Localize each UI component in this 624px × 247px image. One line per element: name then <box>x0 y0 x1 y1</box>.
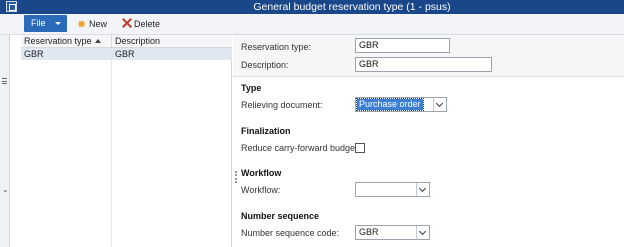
number-sequence-code-dropdown[interactable] <box>416 226 429 239</box>
reservation-type-label: Reservation type: <box>241 42 312 52</box>
workflow-select[interactable] <box>355 182 430 197</box>
workflow-value <box>357 184 361 195</box>
column-header-description[interactable]: Description <box>112 35 232 48</box>
file-menu-button[interactable]: File <box>24 15 67 32</box>
sort-ascending-icon <box>95 39 101 43</box>
reduce-carry-forward-checkbox[interactable] <box>355 143 365 153</box>
column-divider <box>111 60 112 247</box>
column-header-label: Reservation type <box>24 36 92 46</box>
cell-reservation-type: GBR <box>24 49 44 59</box>
reservation-type-grid: Reservation type Description GBR GBR <box>21 35 232 247</box>
reservation-type-input[interactable]: GBR <box>355 38 450 53</box>
title-bar: General budget reservation type (1 - psu… <box>0 0 624 14</box>
description-label: Description: <box>241 60 289 70</box>
workflow-label: Workflow: <box>241 185 281 195</box>
new-star-icon: ✸ <box>77 19 87 31</box>
column-header-reservation-type[interactable]: Reservation type <box>21 35 112 48</box>
reduce-carry-forward-label: Reduce carry-forward budget: <box>241 143 361 153</box>
new-button[interactable]: ✸ New <box>77 14 107 34</box>
table-row[interactable]: GBR GBR <box>21 48 232 60</box>
workflow-group-header: Workflow <box>241 168 282 178</box>
delete-x-icon <box>122 18 132 28</box>
delete-button-label: Delete <box>134 19 161 29</box>
menu-icon[interactable] <box>2 78 7 84</box>
number-sequence-code-value: GBR <box>359 227 379 237</box>
workflow-dropdown[interactable] <box>416 183 429 196</box>
number-sequence-group-header: Number sequence <box>241 211 320 221</box>
chevron-down-icon <box>418 227 427 236</box>
cell-description: GBR <box>115 49 135 59</box>
number-sequence-code-select[interactable]: GBR <box>355 225 430 240</box>
window-title: General budget reservation type (1 - psu… <box>253 1 451 13</box>
new-button-label: New <box>89 19 108 29</box>
chevron-down-icon <box>418 184 427 193</box>
detail-form: Reservation type: GBR Description: GBR T… <box>233 35 624 247</box>
splitter-handle[interactable] <box>235 171 237 183</box>
caret-down-icon <box>55 22 61 25</box>
delete-button[interactable]: Delete <box>122 14 160 34</box>
relieving-document-dropdown[interactable] <box>433 98 446 111</box>
grid-header: Reservation type Description <box>21 35 232 48</box>
file-menu-label: File <box>31 18 46 28</box>
finalization-group-header: Finalization <box>241 126 291 136</box>
relieving-document-value: Purchase order <box>356 98 424 111</box>
chevron-down-icon[interactable]: ⌄ <box>2 186 9 194</box>
action-pane: File ✸ New Delete <box>0 14 624 35</box>
column-header-label: Description <box>115 36 161 46</box>
relieving-document-label: Relieving document: <box>241 100 323 110</box>
relieving-document-select[interactable]: Purchase order <box>355 97 447 112</box>
chevron-down-icon <box>435 99 444 108</box>
number-sequence-code-label: Number sequence code: <box>241 228 340 238</box>
type-group-header: Type <box>241 83 262 93</box>
navigation-gutter[interactable]: ⌄ <box>0 35 10 247</box>
description-input[interactable]: GBR <box>355 57 492 72</box>
